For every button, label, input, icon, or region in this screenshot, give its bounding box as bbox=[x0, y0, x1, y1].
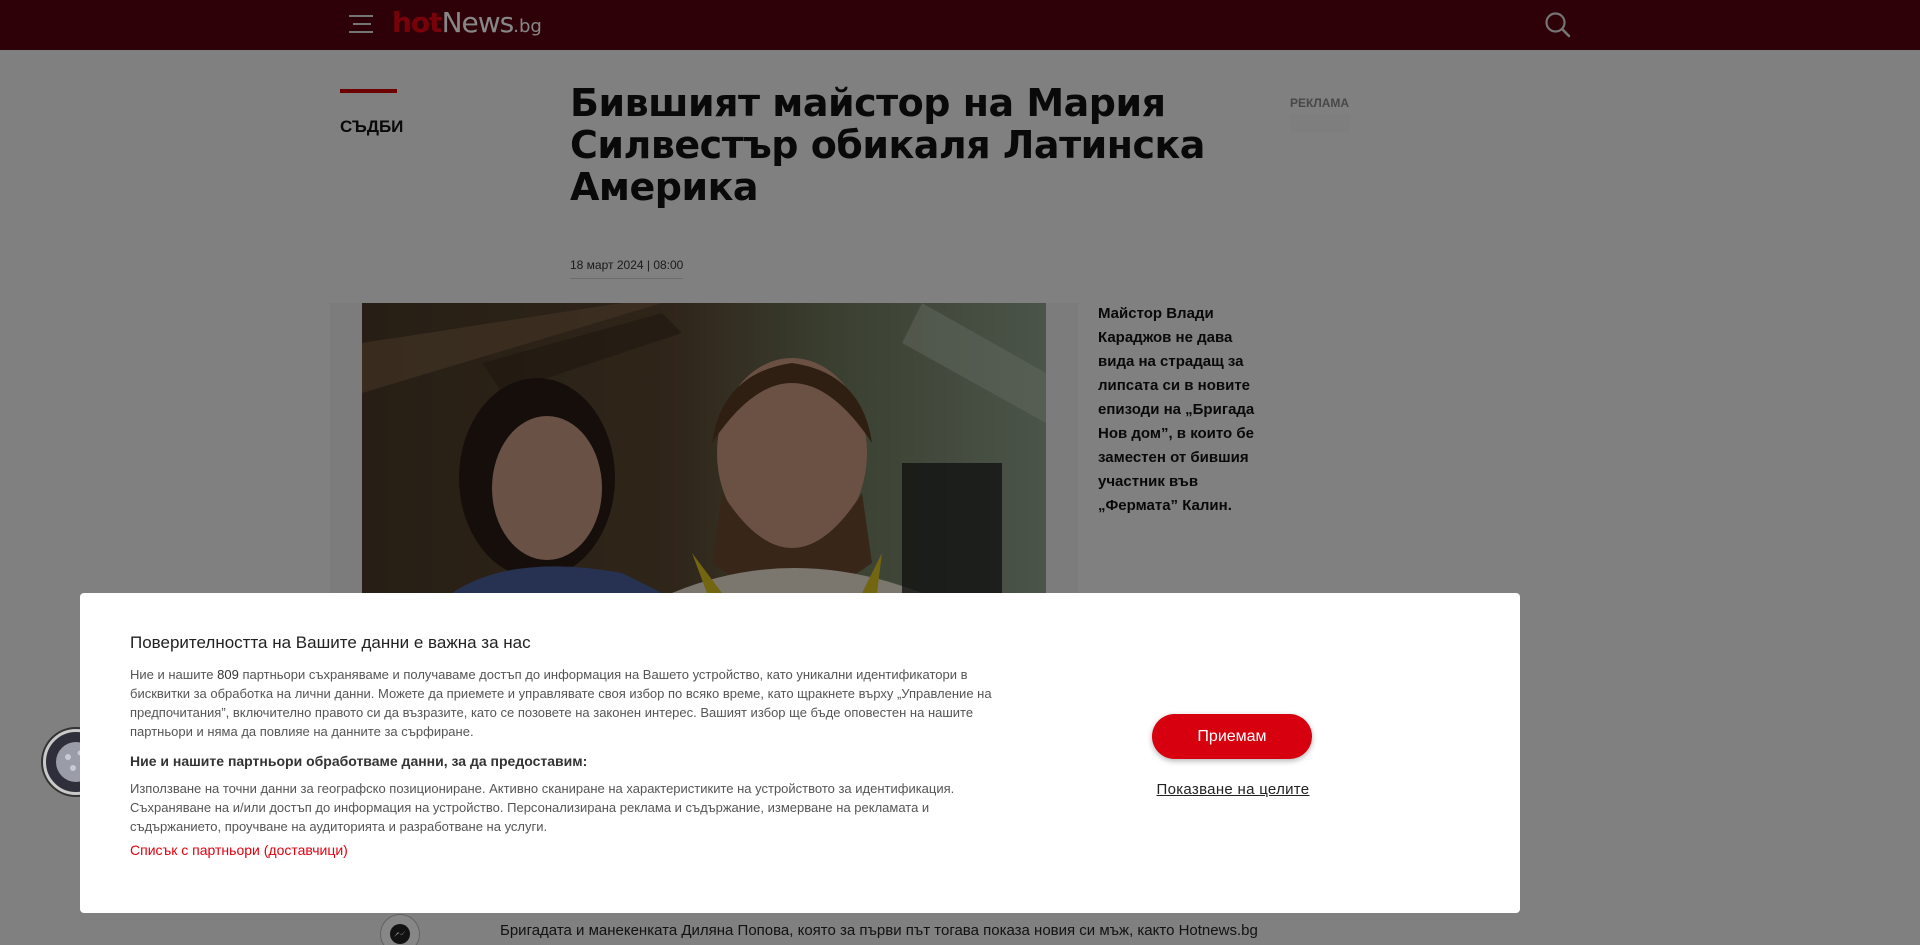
partners-list-link[interactable]: Списък с партньори (доставчици) bbox=[130, 842, 348, 858]
consent-purposes: Използване на точни данни за географско … bbox=[130, 781, 955, 834]
consent-dialog: Поверителността на Вашите данни е важна … bbox=[80, 593, 1520, 913]
partners-count: 809 bbox=[217, 667, 239, 682]
show-purposes-link[interactable]: Показване на целите bbox=[1147, 781, 1319, 798]
consent-description: Ние и нашите 809 партньори съхраняваме и… bbox=[130, 665, 1010, 741]
accept-button[interactable]: Приемам bbox=[1152, 714, 1312, 759]
consent-text-part: партньори съхраняваме и получаваме достъ… bbox=[130, 667, 992, 739]
consent-subtitle: Ние и нашите партньори обработваме данни… bbox=[130, 753, 588, 769]
consent-text-part: Ние и нашите bbox=[130, 667, 218, 682]
consent-title: Поверителността на Вашите данни е важна … bbox=[130, 633, 531, 652]
